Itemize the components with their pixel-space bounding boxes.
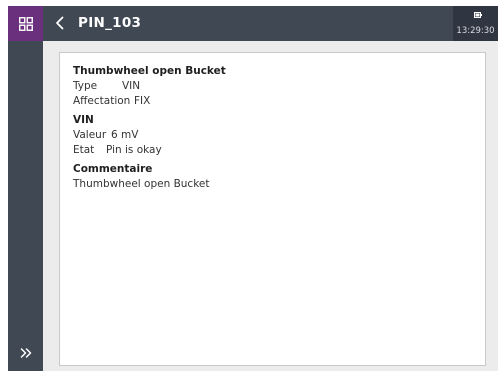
- status-area: 13:29:30: [453, 6, 498, 41]
- valeur-value: 6 mV: [111, 129, 139, 141]
- clock: 13:29:30: [456, 26, 495, 36]
- chevron-left-icon: [56, 16, 64, 30]
- affectation-label: Affectation: [73, 95, 131, 107]
- type-value: VIN: [122, 80, 141, 92]
- etat-label: Etat: [73, 144, 95, 156]
- pin-details: Thumbwheel open Bucket Type VIN Affectati…: [73, 64, 226, 192]
- back-button[interactable]: [55, 13, 69, 33]
- comment-text: Thumbwheel open Bucket: [73, 178, 210, 190]
- affectation-row: Affectation FIX: [73, 94, 226, 109]
- battery-icon: [474, 12, 482, 18]
- double-chevron-right-icon: [20, 348, 31, 358]
- app-window: PIN_103 13:29:30 Thumbwheel open Bucket …: [8, 6, 498, 371]
- pin-details-card: Thumbwheel open Bucket Type VIN Affectati…: [59, 52, 486, 366]
- comment-heading: Commentaire: [73, 163, 153, 175]
- apps-button[interactable]: [8, 6, 43, 41]
- measure-heading: VIN: [73, 114, 94, 126]
- apps-grid-icon: [18, 16, 33, 31]
- sidebar: [8, 41, 43, 371]
- affectation-value: FIX: [134, 95, 151, 107]
- top-bar: PIN_103 13:29:30: [8, 6, 498, 41]
- valeur-label: Valeur: [73, 129, 107, 141]
- pin-name: Thumbwheel open Bucket: [73, 65, 226, 77]
- page-title: PIN_103: [78, 15, 142, 31]
- expand-sidebar-button[interactable]: [8, 343, 43, 363]
- etat-row: Etat Pin is okay: [73, 143, 226, 158]
- etat-value: Pin is okay: [106, 144, 162, 156]
- valeur-row: Valeur 6 mV: [73, 128, 226, 143]
- type-row: Type VIN: [73, 79, 226, 94]
- type-label: Type: [73, 80, 98, 92]
